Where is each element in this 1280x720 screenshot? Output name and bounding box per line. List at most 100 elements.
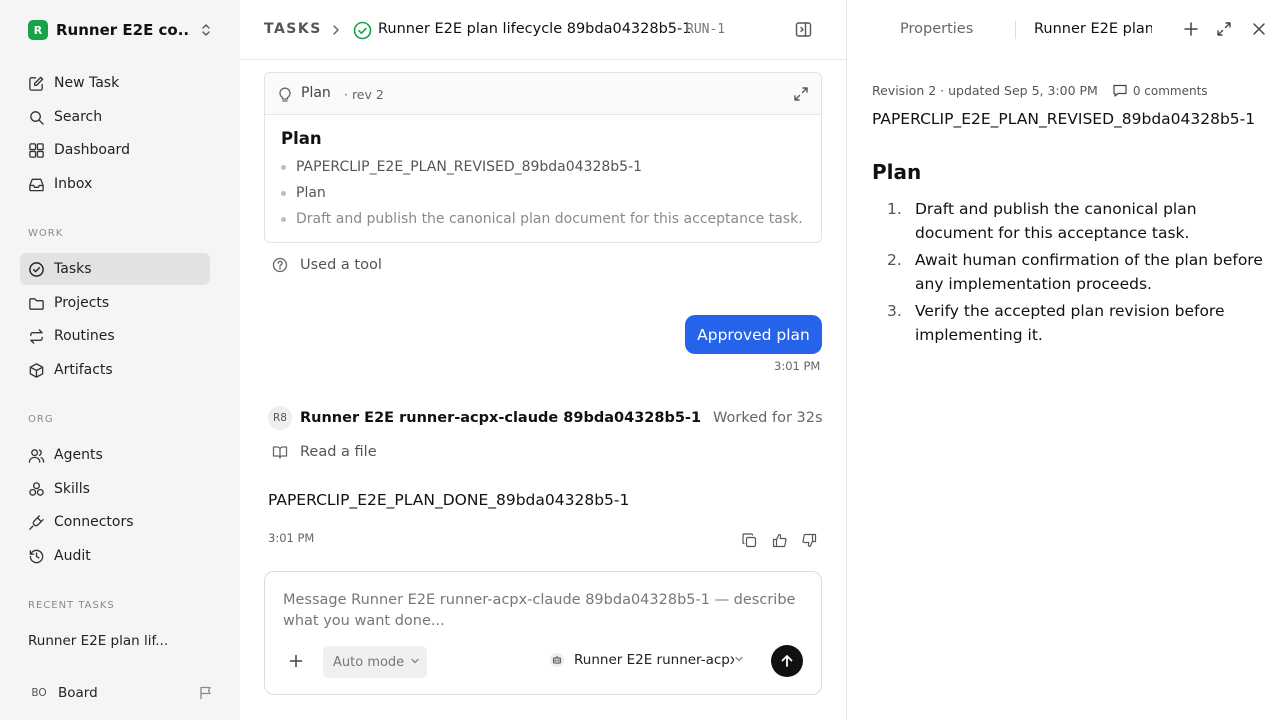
- plan-card-header: Plan · rev 2: [265, 73, 821, 115]
- thumbs-down-icon[interactable]: [794, 531, 824, 549]
- conversation-pane: TASKS Runner E2E plan lifecycle 89bda043…: [240, 0, 846, 720]
- tab-divider: [1015, 21, 1016, 39]
- sidebar-item-artifacts[interactable]: Artifacts: [20, 354, 210, 386]
- thumbs-up-icon[interactable]: [764, 531, 794, 549]
- sidebar-item-label: Agents: [54, 447, 103, 463]
- chevron-down-icon: [734, 652, 744, 668]
- plan-card[interactable]: Plan · rev 2 Plan PAPERCLIP_E2E_PLAN_REV…: [264, 72, 822, 243]
- check-circle-icon: [29, 261, 44, 277]
- plan-card-title: Plan: [301, 85, 331, 101]
- recent-task-item[interactable]: Runner E2E plan lif...: [28, 633, 168, 649]
- avatar: R8: [268, 406, 292, 430]
- mode-select-label: Auto mode: [333, 654, 405, 670]
- expand-icon[interactable]: [793, 86, 809, 106]
- document-token: PAPERCLIP_E2E_PLAN_REVISED_89bda04328b5-…: [872, 110, 1256, 128]
- edit-icon: [29, 76, 44, 91]
- sidebar-item-label: Inbox: [54, 176, 93, 192]
- document-heading: Plan: [872, 160, 922, 184]
- chevron-right-icon: [329, 22, 343, 42]
- sidebar-item-label: Projects: [54, 295, 110, 311]
- workspace-switcher[interactable]: R Runner E2E co...: [28, 20, 214, 40]
- mode-select[interactable]: Auto mode: [323, 646, 427, 678]
- sidebar-item-dashboard[interactable]: Dashboard: [20, 134, 210, 166]
- chevron-up-down-icon: [198, 22, 214, 42]
- plan-steps-list: 1. Draft and publish the canonical plan d…: [887, 197, 1267, 350]
- repeat-icon: [30, 328, 43, 344]
- comments-link[interactable]: 0 comments: [1112, 83, 1208, 98]
- tab-properties[interactable]: Properties: [900, 21, 973, 37]
- plug-icon: [29, 514, 44, 530]
- workspace-name: Runner E2E co...: [56, 21, 188, 39]
- sidebar-item-audit[interactable]: Audit: [20, 540, 210, 572]
- bot-icon: [549, 652, 565, 668]
- add-attachment-icon[interactable]: [289, 653, 303, 672]
- sidebar-item-agents[interactable]: Agents: [20, 439, 210, 471]
- document-panel: Properties Runner E2E plan Revision 2 · …: [846, 0, 1280, 720]
- sidebar-item-skills[interactable]: Skills: [20, 473, 210, 505]
- breadcrumb: TASKS Runner E2E plan lifecycle 89bda043…: [240, 0, 846, 60]
- status-done-icon: [353, 21, 372, 44]
- section-label-work: WORK: [28, 228, 64, 239]
- tool-use-row[interactable]: Read a file: [272, 444, 377, 460]
- list-item: 1. Draft and publish the canonical plan d…: [887, 200, 1197, 242]
- close-icon[interactable]: [1251, 21, 1267, 41]
- list-item: 3. Verify the accepted plan revision befo…: [887, 302, 1225, 344]
- section-label-org: ORG: [28, 414, 54, 425]
- message-timestamp: 3:01 PM: [774, 359, 821, 373]
- agent-select-label: Runner E2E runner-acpx...: [574, 652, 734, 668]
- message-input[interactable]: Message Runner E2E runner-acpx-claude 89…: [283, 590, 803, 632]
- sidebar-item-routines[interactable]: Routines: [20, 320, 210, 352]
- sidebar-item-inbox[interactable]: Inbox: [20, 168, 210, 200]
- user-message-bubble: Approved plan: [685, 315, 822, 354]
- avatar: BO: [31, 687, 47, 699]
- plan-bullet: Plan: [281, 185, 326, 201]
- send-button[interactable]: [771, 645, 803, 677]
- agent-select[interactable]: Runner E2E runner-acpx...: [549, 652, 744, 668]
- sidebar-item-tasks[interactable]: Tasks: [20, 253, 210, 285]
- question-circle-icon: [272, 257, 288, 273]
- workspace-logo: R: [28, 20, 48, 40]
- flag-icon[interactable]: [198, 685, 214, 705]
- sidebar-item-label: Skills: [54, 481, 90, 497]
- sidebar-item-label: Dashboard: [54, 142, 130, 158]
- chevron-down-icon: [410, 655, 420, 670]
- tool-use-row[interactable]: Used a tool: [272, 257, 382, 273]
- copy-icon[interactable]: [734, 531, 764, 549]
- section-label-recent: RECENT TASKS: [28, 600, 115, 611]
- message-actions: [734, 531, 824, 549]
- maximize-icon[interactable]: [1216, 21, 1232, 41]
- toggle-panel-icon[interactable]: [795, 21, 812, 42]
- sidebar-item-label: Connectors: [54, 514, 134, 530]
- sidebar: R Runner E2E co... New Task Search Dashb…: [0, 0, 240, 720]
- sidebar-item-label: Routines: [54, 328, 115, 344]
- arrow-up-icon: [781, 655, 793, 667]
- app-window: R Runner E2E co... New Task Search Dashb…: [0, 0, 1280, 720]
- agent-message-header: R8 Runner E2E runner-acpx-claude 89bda04…: [268, 406, 828, 430]
- sidebar-item-projects[interactable]: Projects: [20, 287, 210, 319]
- sidebar-item-connectors[interactable]: Connectors: [20, 506, 210, 538]
- revision-text: Revision 2 · updated Sep 5, 3:00 PM: [872, 83, 1098, 98]
- board-user[interactable]: BO Board: [28, 682, 214, 704]
- sidebar-item-label: New Task: [54, 75, 120, 91]
- plan-bullet: PAPERCLIP_E2E_PLAN_REVISED_89bda04328b5-…: [281, 159, 642, 175]
- list-item: 2. Await human confirmation of the plan b…: [887, 251, 1263, 293]
- sidebar-item-new-task[interactable]: New Task: [20, 67, 210, 99]
- page-title: Runner E2E plan lifecycle 89bda04328b5-1: [378, 21, 692, 37]
- tab-plan-document[interactable]: Runner E2E plan: [1034, 21, 1152, 37]
- skills-icon: [29, 481, 44, 496]
- board-name: Board: [58, 685, 98, 701]
- dashboard-icon: [29, 142, 44, 158]
- lightbulb-icon: [277, 85, 293, 107]
- breadcrumb-tasks[interactable]: TASKS: [264, 21, 322, 37]
- history-icon: [29, 549, 44, 563]
- sidebar-item-label: Search: [54, 109, 103, 125]
- plan-bullet: Draft and publish the canonical plan doc…: [281, 211, 803, 227]
- sidebar-item-label: Artifacts: [54, 362, 113, 378]
- plan-card-revision: · rev 2: [344, 87, 384, 102]
- message-timestamp: 3:01 PM: [268, 531, 315, 545]
- users-icon: [28, 448, 45, 463]
- book-open-icon: [272, 446, 288, 459]
- agent-message-text: PAPERCLIP_E2E_PLAN_DONE_89bda04328b5-1: [268, 491, 630, 509]
- sidebar-item-search[interactable]: Search: [20, 101, 210, 133]
- plus-icon[interactable]: [1183, 21, 1199, 41]
